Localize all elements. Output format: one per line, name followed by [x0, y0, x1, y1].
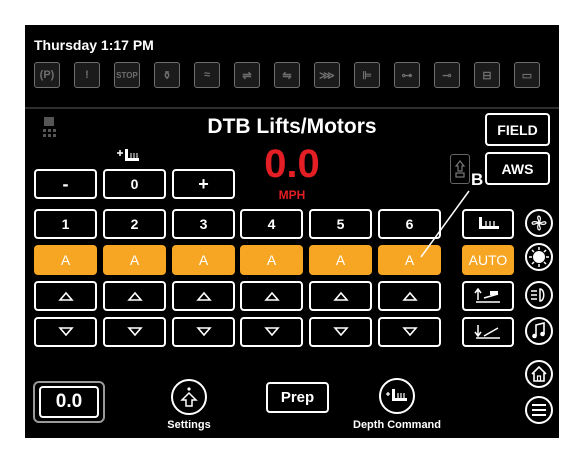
- display-screen: Thursday 1:17 PM (P)! STOP ⚱ ≈ ⇌ ⇋ ⋙ ⊫ ⊶ ⊸ ⊟ ▭ DTB …: [25, 25, 559, 438]
- callout-line: [420, 190, 470, 258]
